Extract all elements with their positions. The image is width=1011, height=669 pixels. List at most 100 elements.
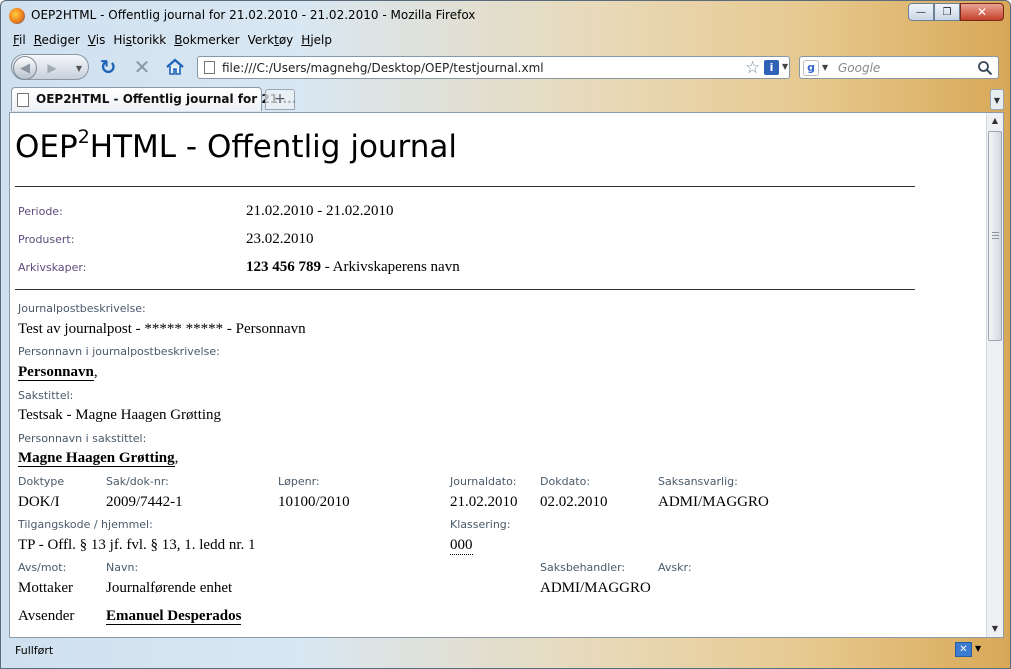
window-controls: — ❐ ✕ bbox=[908, 3, 1004, 21]
new-tab-button[interactable]: + bbox=[265, 89, 295, 110]
dokdato-value: 02.02.2010 bbox=[540, 494, 608, 510]
avsender-label: Avsender bbox=[18, 608, 75, 624]
menu-rediger[interactable]: Rediger bbox=[30, 33, 84, 51]
tab-list-button[interactable]: ▼ bbox=[990, 89, 1004, 110]
mottaker-label: Mottaker bbox=[18, 580, 73, 596]
arkivskaper-number: 123 456 789 bbox=[246, 259, 321, 275]
scroll-up-button[interactable]: ▲ bbox=[987, 113, 1003, 129]
tilgangskode-label: Tilgangskode / hjemmel: bbox=[18, 518, 153, 531]
saksansvarlig-value: ADMI/MAGGRO bbox=[658, 494, 769, 510]
divider bbox=[15, 289, 915, 290]
firefox-logo-icon bbox=[9, 8, 25, 24]
jp-personnavn-value: Personnavn, bbox=[18, 364, 98, 381]
search-bar[interactable]: g ▼ Google bbox=[799, 56, 999, 79]
tab-strip: OEP2HTML - Offentlig journal for 21.... … bbox=[9, 87, 1004, 111]
person-link[interactable]: Magne Haagen Grøtting bbox=[18, 450, 175, 467]
lopenr-label: Løpenr: bbox=[278, 475, 320, 488]
sakstittel-label: Sakstittel: bbox=[18, 389, 74, 402]
klassering-label: Klassering: bbox=[450, 518, 511, 531]
title-bar: OEP2HTML - Offentlig journal for 21.02.2… bbox=[1, 1, 1010, 31]
scroll-down-button[interactable]: ▼ bbox=[987, 621, 1003, 637]
arkivskaper-value: 123 456 789 - Arkivskaperens navn bbox=[246, 259, 460, 276]
grip-line bbox=[992, 232, 999, 233]
url-text[interactable]: file:///C:/Users/magnehg/Desktop/OEP/tes… bbox=[222, 61, 544, 75]
sakdok-value: 2009/7442-1 bbox=[106, 494, 183, 510]
title-suffix: HTML - Offentlig journal bbox=[89, 129, 458, 165]
minimize-button[interactable]: — bbox=[908, 3, 934, 21]
lopenr-value: 10100/2010 bbox=[278, 494, 350, 510]
home-icon bbox=[166, 58, 184, 75]
reload-icon: ↻ bbox=[99, 55, 117, 79]
person-link[interactable]: Emanuel Desperados bbox=[106, 608, 242, 625]
reload-button[interactable]: ↻ bbox=[97, 55, 119, 79]
dokdato-label: Dokdato: bbox=[540, 475, 591, 488]
saksbehandler-value: ADMI/MAGGRO bbox=[540, 580, 651, 596]
chevron-up-icon: ▲ bbox=[991, 116, 999, 125]
avsmot-label: Avs/mot: bbox=[18, 561, 67, 574]
person-link[interactable]: Personnavn bbox=[18, 364, 94, 381]
comma: , bbox=[174, 450, 179, 466]
browser-window: OEP2HTML - Offentlig journal for 21.02.2… bbox=[0, 0, 1011, 669]
menu-fil[interactable]: Fil bbox=[9, 33, 30, 51]
comma: , bbox=[93, 364, 98, 380]
avskr-label: Avskr: bbox=[658, 561, 692, 574]
stop-button[interactable]: ✕ bbox=[131, 55, 153, 79]
url-dropdown-icon[interactable]: ▼ bbox=[782, 62, 788, 71]
menu-bar: Fil Rediger Vis Historikk Bokmerker Verktøy Hj… bbox=[9, 33, 336, 51]
divider bbox=[15, 186, 915, 187]
produsert-label: Produsert: bbox=[18, 233, 75, 246]
back-forward-group: ◀ ▶ ▼ bbox=[11, 54, 89, 80]
mottaker-name: Journalførende enhet bbox=[106, 580, 233, 596]
menu-historikk[interactable]: Historikk bbox=[109, 33, 170, 51]
menu-hjelp[interactable]: Hjelp bbox=[297, 33, 336, 51]
periode-label: Periode: bbox=[18, 205, 63, 218]
navigation-toolbar: ◀ ▶ ▼ ↻ ✕ file:///C:/Users/magnehg/Deskt… bbox=[9, 54, 1004, 82]
arkivskaper-name: - Arkivskaperens navn bbox=[321, 259, 460, 275]
chevron-down-icon[interactable]: ▼ bbox=[975, 644, 981, 653]
close-button[interactable]: ✕ bbox=[960, 3, 1004, 21]
address-bar[interactable]: file:///C:/Users/magnehg/Desktop/OEP/tes… bbox=[197, 56, 790, 79]
page-icon bbox=[204, 61, 215, 74]
tab-active[interactable]: OEP2HTML - Offentlig journal for 21.... bbox=[11, 87, 296, 111]
sakstittel-value: Testsak - Magne Haagen Grøtting bbox=[18, 407, 222, 423]
journaldato-value: 21.02.2010 bbox=[450, 494, 518, 510]
saksansvarlig-label: Saksansvarlig: bbox=[658, 475, 738, 488]
window-title: OEP2HTML - Offentlig journal for 21.02.2… bbox=[31, 8, 476, 22]
chevron-down-icon: ▼ bbox=[993, 96, 1001, 105]
journalpostbeskrivelse-value: Test av journalpost - ***** ***** - Pers… bbox=[18, 321, 306, 337]
tab-label: OEP2HTML - Offentlig journal for 21.... bbox=[36, 92, 297, 106]
search-icon[interactable] bbox=[977, 60, 993, 76]
info-icon[interactable]: i bbox=[764, 60, 779, 75]
page-content: OEP2HTML - Offentlig journal Periode: 21… bbox=[9, 112, 1004, 638]
status-text: Fullført bbox=[15, 644, 54, 657]
arkivskaper-label: Arkivskaper: bbox=[18, 261, 87, 274]
klassering-value[interactable]: 000 bbox=[450, 537, 473, 555]
back-button[interactable]: ◀ bbox=[13, 56, 37, 80]
search-input[interactable]: Google bbox=[838, 61, 880, 75]
forward-button[interactable]: ▶ bbox=[42, 59, 62, 77]
navn-label: Navn: bbox=[106, 561, 139, 574]
bookmark-star-icon[interactable]: ☆ bbox=[745, 58, 760, 78]
arrow-right-icon: ▶ bbox=[47, 61, 57, 75]
vertical-scrollbar[interactable]: ▲ ▼ bbox=[986, 113, 1003, 637]
menu-vis[interactable]: Vis bbox=[84, 33, 110, 51]
scroll-thumb[interactable] bbox=[988, 131, 1002, 341]
menu-bokmerker[interactable]: Bokmerker bbox=[170, 33, 243, 51]
doktype-label: Doktype bbox=[18, 475, 65, 488]
home-button[interactable] bbox=[164, 56, 186, 78]
chevron-down-icon: ▼ bbox=[991, 624, 999, 633]
arrow-left-icon: ◀ bbox=[20, 60, 30, 76]
search-engine-dropdown-icon[interactable]: ▼ bbox=[822, 63, 828, 72]
saksbehandler-label: Saksbehandler: bbox=[540, 561, 626, 574]
addon-icon[interactable]: ✕ bbox=[955, 642, 972, 657]
title-prefix: OEP bbox=[15, 129, 78, 165]
doktype-value: DOK/I bbox=[18, 494, 60, 510]
periode-value: 21.02.2010 - 21.02.2010 bbox=[246, 203, 394, 219]
menu-verktøy[interactable]: Verktøy bbox=[244, 33, 298, 51]
restore-button[interactable]: ❐ bbox=[934, 3, 960, 21]
history-dropdown-button[interactable]: ▼ bbox=[72, 59, 86, 77]
google-icon[interactable]: g bbox=[803, 60, 819, 76]
tilgangskode-value: TP - Offl. § 13 jf. fvl. § 13, 1. ledd n… bbox=[18, 537, 256, 553]
status-bar: Fullført ✕ ▼ bbox=[1, 639, 1010, 668]
grip-line bbox=[992, 235, 999, 236]
